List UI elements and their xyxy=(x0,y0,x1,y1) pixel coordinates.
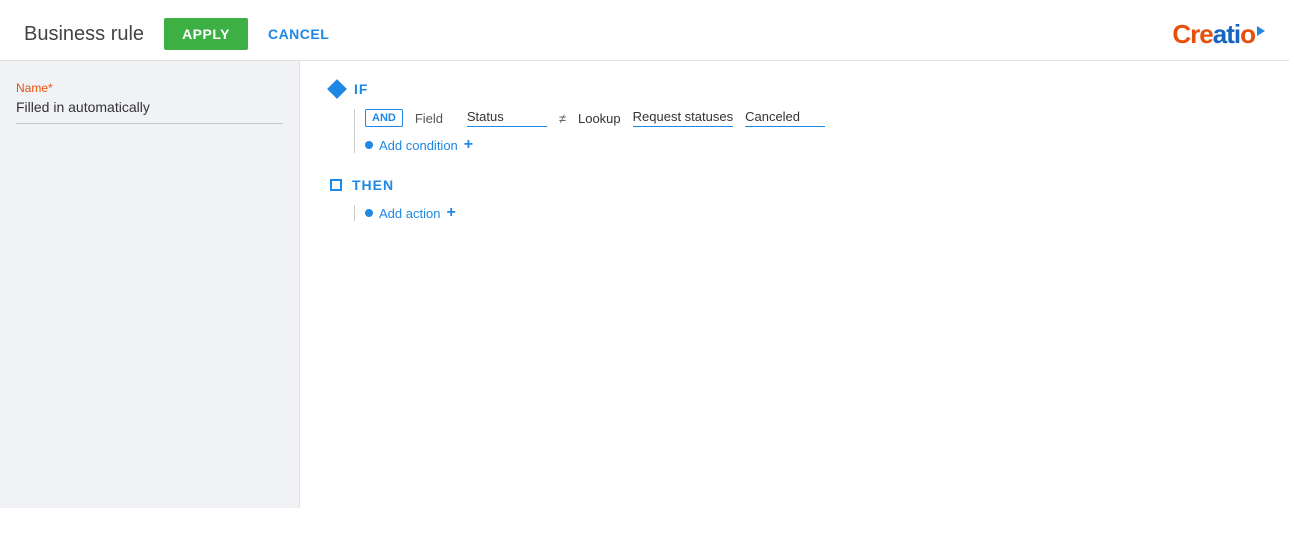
logo-arrow-icon xyxy=(1257,26,1265,36)
add-action-dot xyxy=(365,209,373,217)
cancel-button[interactable]: CANCEL xyxy=(268,26,329,42)
square-icon xyxy=(330,179,342,191)
condition-type: Lookup xyxy=(578,111,621,126)
add-condition-plus-icon[interactable]: + xyxy=(464,137,473,153)
condition-result-value[interactable]: Canceled xyxy=(745,109,825,127)
main-layout: Name* Filled in automatically IF AND Fie… xyxy=(0,61,1289,508)
condition-row: AND Field Status ≠ Lookup Request status… xyxy=(365,109,1259,127)
name-field-label: Name* xyxy=(16,81,283,95)
logo-text-orange2: o xyxy=(1240,19,1255,50)
name-field-value: Filled in automatically xyxy=(16,99,283,124)
add-condition-dot xyxy=(365,141,373,149)
add-action-plus-icon[interactable]: + xyxy=(446,205,455,221)
then-section: THEN Add action + xyxy=(330,177,1259,221)
page-title: Business rule xyxy=(24,23,144,46)
logo-text-blue: ati xyxy=(1213,19,1240,50)
logo: Creatio xyxy=(1172,19,1265,50)
sidebar: Name* Filled in automatically xyxy=(0,61,300,508)
apply-button[interactable]: APPLY xyxy=(164,18,248,50)
and-badge: AND xyxy=(365,109,403,127)
then-keyword: THEN xyxy=(352,177,394,193)
condition-operator: ≠ xyxy=(559,111,566,126)
diamond-icon xyxy=(327,79,347,99)
if-section: IF AND Field Status ≠ Lookup Request sta… xyxy=(330,81,1259,153)
condition-field-label: Field xyxy=(415,111,455,126)
condition-block: AND Field Status ≠ Lookup Request status… xyxy=(354,109,1259,153)
condition-status-value[interactable]: Status xyxy=(467,109,547,127)
add-condition-row: Add condition + xyxy=(365,137,1259,153)
condition-lookup-source[interactable]: Request statuses xyxy=(633,109,733,127)
header: Business rule APPLY CANCEL Creatio xyxy=(0,0,1289,61)
if-keyword: IF xyxy=(354,81,368,97)
content-area: IF AND Field Status ≠ Lookup Request sta… xyxy=(300,61,1289,508)
logo-text: Cre xyxy=(1172,19,1212,50)
add-action-row: Add action + xyxy=(365,205,1259,221)
add-action-link[interactable]: Add action xyxy=(379,206,440,221)
header-left: Business rule APPLY CANCEL xyxy=(24,18,329,50)
add-condition-link[interactable]: Add condition xyxy=(379,138,458,153)
if-section-header: IF xyxy=(330,81,1259,97)
action-block: Add action + xyxy=(354,205,1259,221)
then-section-header: THEN xyxy=(330,177,1259,193)
